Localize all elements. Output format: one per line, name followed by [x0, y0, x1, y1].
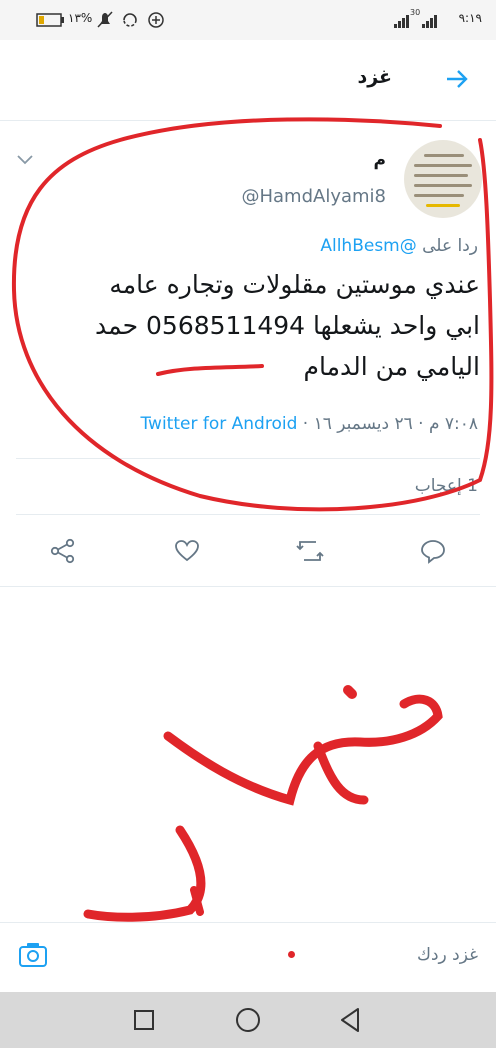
- reply-input-placeholder[interactable]: غزد ردك: [417, 945, 478, 965]
- back-triangle-icon[interactable]: [338, 1006, 364, 1034]
- home-icon[interactable]: [234, 1006, 262, 1034]
- reply-composer[interactable]: غزد ردك: [0, 922, 496, 993]
- nav-bar: [0, 992, 496, 1048]
- camera-icon[interactable]: [18, 941, 48, 969]
- red-annotation: [11, 117, 494, 922]
- annotation-dot: [288, 951, 295, 958]
- recents-icon[interactable]: [132, 1008, 156, 1032]
